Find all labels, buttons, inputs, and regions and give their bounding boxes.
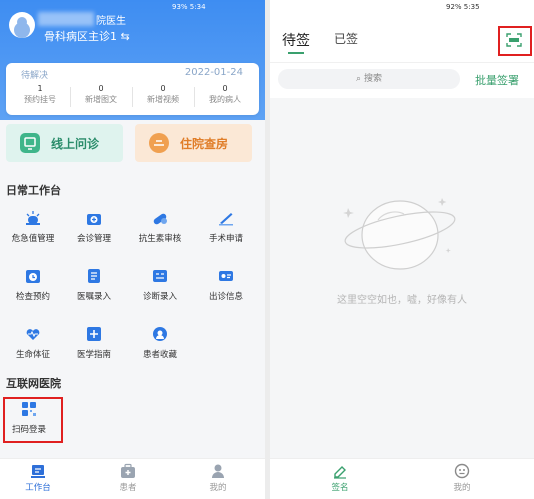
right-screen: 92% 5:35 待签 已签 ⌕ 搜索 批量签署 这里空空如也，嘘，好像有人 签… — [270, 0, 534, 499]
grid-patient-favorites[interactable]: 患者收藏 — [127, 326, 193, 372]
department-switch[interactable]: 骨科病区主诊1 ⇆ — [44, 28, 130, 44]
grid-diagnosis-entry[interactable]: 诊断录入 — [127, 268, 193, 314]
stat-label: 我的病人 — [209, 95, 241, 104]
grid-label: 生命体征 — [15, 350, 50, 360]
ward-icon — [149, 133, 169, 153]
star-icon — [152, 326, 168, 342]
search-icon: ⌕ — [356, 74, 364, 84]
guide-icon — [86, 326, 102, 342]
grid-label: 患者收藏 — [142, 350, 177, 360]
time-text: 5:35 — [463, 3, 480, 11]
tab-label: 工作台 — [25, 483, 51, 493]
online-consult-label: 线上问诊 — [51, 137, 100, 151]
medkit-icon — [86, 210, 102, 226]
grid-label: 抗生素审核 — [138, 234, 182, 244]
stat-label: 新增视频 — [147, 95, 179, 104]
tab-signature[interactable]: 签名 — [310, 463, 370, 493]
stat-new-text[interactable]: 0 新增图文 — [71, 84, 131, 105]
stat-value: 0 — [98, 84, 104, 93]
dashboard-icon — [30, 463, 46, 479]
pending-date: 2022-01-24 — [184, 67, 243, 78]
tab-workbench[interactable]: 工作台 — [8, 463, 68, 493]
battery-text: 92% — [446, 3, 462, 11]
search-placeholder: 搜索 — [363, 74, 382, 84]
stat-label: 新增图文 — [85, 95, 117, 104]
grid-antibiotic[interactable]: 抗生素审核 — [127, 210, 193, 256]
empty-state-text: 这里空空如也，嘘，好像有人 — [337, 295, 467, 306]
grid-label: 手术申请 — [208, 234, 243, 244]
scalpel-icon — [218, 210, 234, 226]
grid-label: 诊断录入 — [142, 292, 177, 302]
pending-card[interactable]: 待解决 2022-01-24 1 预约挂号 0 新增图文 0 新增视频 0 我的… — [6, 63, 259, 115]
bulk-sign-button[interactable]: 批量签署 — [475, 72, 519, 88]
tab-label: 我的 — [209, 483, 227, 493]
form-icon — [152, 268, 168, 284]
stat-new-video[interactable]: 0 新增视频 — [133, 84, 193, 105]
tab-signed[interactable]: 已签 — [334, 30, 358, 47]
tab-indicator — [288, 52, 304, 54]
highlight-box — [498, 26, 532, 56]
bottom-tab-bar: 签名 我的 — [270, 458, 534, 499]
section-daily-title: 日常工作台 — [6, 184, 61, 197]
stat-value: 0 — [222, 84, 228, 93]
stat-value: 0 — [160, 84, 166, 93]
grid-label: 检查预约 — [15, 292, 50, 302]
divider — [270, 62, 534, 63]
document-icon — [86, 268, 102, 284]
tab-mine[interactable]: 我的 — [432, 463, 492, 493]
pen-icon — [332, 463, 348, 479]
grid-order-entry[interactable]: 医嘱录入 — [61, 268, 127, 314]
bottom-tab-bar: 工作台 患者 我的 — [0, 458, 265, 499]
search-input[interactable]: ⌕ 搜索 — [278, 69, 460, 89]
tab-label: 患者 — [119, 483, 137, 493]
grid-label: 出诊信息 — [208, 292, 243, 302]
stat-label: 预约挂号 — [24, 95, 56, 104]
time-text: 5:34 — [189, 3, 206, 11]
ward-round-label: 住院查房 — [180, 137, 229, 151]
grid-critical-value[interactable]: 危急值管理 — [0, 210, 66, 256]
tab-patients[interactable]: 患者 — [98, 463, 158, 493]
stat-my-patients[interactable]: 0 我的病人 — [195, 84, 255, 105]
battery-text: 93% — [172, 3, 188, 11]
ward-round-button[interactable]: 住院查房 — [135, 124, 252, 162]
tab-mine[interactable]: 我的 — [188, 463, 248, 493]
pill-icon — [152, 210, 168, 226]
status-bar: 92% 5:35 — [446, 0, 480, 14]
user-icon — [210, 463, 226, 479]
grid-label: 会诊管理 — [76, 234, 111, 244]
tab-label: 签名 — [331, 483, 349, 493]
medbox-icon — [120, 463, 136, 479]
face-icon — [454, 463, 470, 479]
stat-appointment[interactable]: 1 预约挂号 — [10, 84, 70, 105]
clock-icon — [25, 268, 41, 284]
grid-consultation[interactable]: 会诊管理 — [61, 210, 127, 256]
grid-vital-signs[interactable]: 生命体征 — [0, 326, 66, 372]
status-bar: 93% 5:34 — [172, 0, 206, 14]
tab-label: 我的 — [453, 483, 471, 493]
grid-label: 医嘱录入 — [76, 292, 111, 302]
left-screen: 93% 5:34 院医生 骨科病区主诊1 ⇆ 待解决 2022-01-24 1 … — [0, 0, 265, 499]
doctor-name: 院医生 — [96, 16, 126, 27]
grid-label: 危急值管理 — [11, 234, 55, 244]
highlight-box — [3, 397, 63, 443]
stat-value: 1 — [37, 84, 43, 93]
id-card-icon — [218, 268, 234, 284]
chat-screen-icon — [20, 133, 40, 153]
grid-label: 医学指南 — [76, 350, 111, 360]
online-consult-button[interactable]: 线上问诊 — [6, 124, 123, 162]
name-blur — [38, 12, 94, 26]
alarm-icon — [25, 210, 41, 226]
grid-exam-booking[interactable]: 检查预约 — [0, 268, 66, 314]
avatar[interactable] — [9, 12, 35, 38]
empty-planet-icon — [342, 190, 462, 284]
heartbeat-icon — [25, 326, 41, 342]
grid-visit-info[interactable]: 出诊信息 — [193, 268, 259, 314]
pending-label: 待解决 — [21, 71, 49, 81]
grid-medical-guide[interactable]: 医学指南 — [61, 326, 127, 372]
grid-surgery[interactable]: 手术申请 — [193, 210, 259, 256]
section-internet-title: 互联网医院 — [6, 377, 61, 390]
tab-pending[interactable]: 待签 — [282, 30, 310, 50]
